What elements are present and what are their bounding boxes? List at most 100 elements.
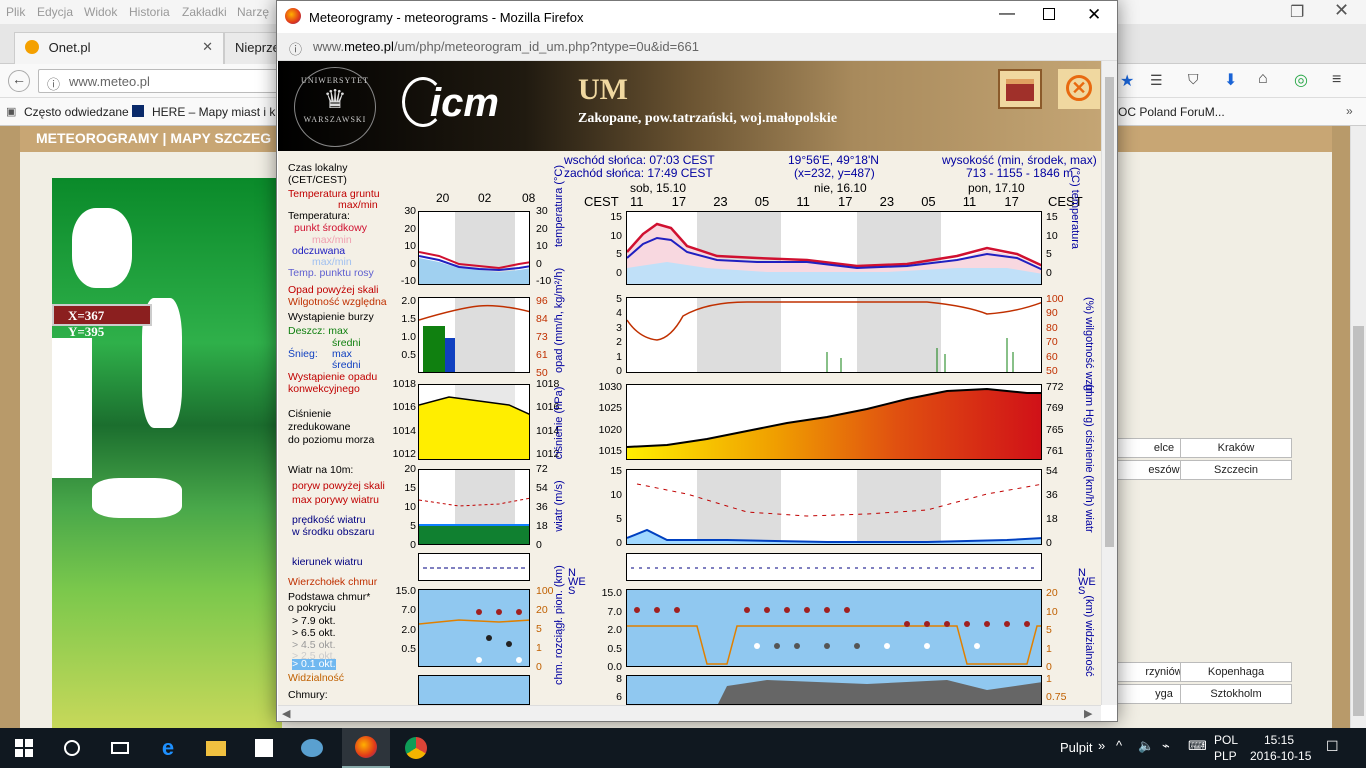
city-sztokholm-button[interactable]: Sztokholm	[1180, 684, 1292, 704]
elevation-values: 713 - 1155 - 1846 m	[966, 166, 1074, 180]
city-kopenhaga-button[interactable]: Kopenhaga	[1180, 662, 1292, 682]
bg-restore-icon[interactable]: ❐	[1290, 2, 1304, 22]
europe-map[interactable]	[52, 178, 282, 728]
small-winddir-chart	[423, 567, 527, 569]
close-window-icon[interactable]: ✕	[1087, 5, 1101, 25]
day-label: sob, 15.10	[630, 181, 687, 195]
file-explorer-button[interactable]	[192, 728, 240, 768]
keyboard-icon[interactable]: ⌨	[1188, 738, 1207, 754]
task-view-icon	[111, 742, 129, 754]
maximize-icon[interactable]	[1043, 8, 1055, 20]
volume-icon[interactable]: 🔈	[1138, 738, 1154, 754]
network-icon[interactable]: ⌁	[1162, 738, 1170, 754]
small-wind-tick: 20	[404, 463, 416, 475]
menu-zakladki[interactable]: Zakładki	[182, 5, 227, 19]
desktop-toolbar[interactable]: Pulpit	[1060, 740, 1093, 755]
popup-titlebar[interactable]: Meteorogramy - meteorograms - Mozilla Fi…	[277, 1, 1117, 33]
menu-plik[interactable]: Plik	[6, 5, 25, 19]
tab-nieprze[interactable]: Nieprze	[224, 32, 284, 64]
minimize-icon[interactable]: —	[999, 5, 1015, 23]
close-meteogram-button[interactable]: ✕	[1058, 69, 1100, 109]
hour-tick-label: 05	[921, 194, 936, 209]
small-time: 02	[478, 191, 492, 205]
tab-onet[interactable]: Onet.pl ✕	[14, 32, 224, 64]
chrome-button[interactable]	[392, 728, 440, 768]
bookmark-here[interactable]: HERE – Mapy miast i k...	[152, 105, 285, 119]
humidity-axis-tick: 90	[1046, 307, 1058, 320]
cloud-cover-tick: 6	[616, 691, 622, 703]
pocket-icon[interactable]: ⛉	[1188, 71, 1199, 88]
wind-axis-tick: 10	[610, 489, 622, 501]
keyboard-layout[interactable]: PLP	[1214, 749, 1237, 763]
wind-kmh-tick: 54	[1046, 465, 1058, 477]
bookmark-czesto[interactable]: Często odwiedzane	[24, 105, 129, 119]
edge-button[interactable]: e	[144, 728, 192, 768]
cloud-cover-panel	[626, 675, 1042, 705]
popup-horizontal-scrollbar[interactable]: ◀ ▶	[278, 705, 1101, 721]
archive-button[interactable]	[998, 69, 1042, 109]
search-button[interactable]	[48, 728, 96, 768]
wind-chart	[627, 470, 1041, 544]
seal-text-top: UNIWERSYTET	[301, 76, 369, 85]
wind-axis-tick: 5	[616, 513, 622, 525]
clock-time[interactable]: 15:15	[1264, 733, 1294, 747]
compass-e: E	[578, 576, 586, 588]
small-temp-panel	[418, 211, 530, 285]
language-code[interactable]: POL	[1214, 733, 1238, 747]
menu-edycja[interactable]: Edycja	[37, 5, 73, 19]
bookmarks-overflow-icon[interactable]: »	[1346, 104, 1353, 118]
menu-icon[interactable]: ≡	[1332, 71, 1341, 89]
library-icon[interactable]: ☰	[1150, 72, 1163, 89]
bg-close-icon[interactable]: ✕	[1334, 0, 1349, 21]
cloud-chart	[627, 607, 1041, 665]
precip-axis-tick: 1	[616, 350, 622, 363]
bookmark-ocpoland[interactable]: OC Poland ForuM...	[1118, 105, 1225, 119]
desktop-expand-icon[interactable]: »	[1098, 738, 1105, 753]
city-krakow-button[interactable]: Kraków	[1180, 438, 1292, 458]
small-precip-tick: 1.0	[401, 331, 416, 343]
tray-up-icon[interactable]: ^	[1116, 738, 1122, 753]
popup-urlbar[interactable]: ⓘ www.meteo.pl/um/php/meteorogram_id_um.…	[277, 33, 1117, 61]
scroll-left-icon[interactable]: ◀	[282, 707, 290, 720]
humidity-axis-tick: 60	[1046, 350, 1058, 363]
precip-axis-tick: 3	[616, 321, 622, 334]
visibility-tick: 20	[1046, 587, 1058, 599]
menu-narzedzia[interactable]: Narzę	[237, 5, 269, 19]
home-icon[interactable]: ⌂	[1258, 70, 1268, 88]
url-path: /um/php/meteorogram_id_um.php?ntype=0u&i…	[393, 39, 699, 54]
tab-close-icon[interactable]: ✕	[202, 39, 213, 55]
url-domain: meteo.pl	[344, 39, 394, 54]
meteogram-popup-window: Meteorogramy - meteorograms - Mozilla Fi…	[276, 0, 1118, 722]
scroll-right-icon[interactable]: ▶	[1084, 707, 1092, 720]
legend-wind-direction: kierunek wiatru	[292, 556, 363, 568]
city-szczecin-button[interactable]: Szczecin	[1180, 460, 1292, 480]
wind-axis-title-right: (km/h) wiatr	[1083, 475, 1095, 533]
popup-vertical-scrollbar[interactable]	[1101, 61, 1117, 705]
bookmark-star-icon[interactable]: ★	[1120, 71, 1134, 91]
download-icon[interactable]: ⬇	[1224, 70, 1237, 90]
task-view-button[interactable]	[96, 728, 144, 768]
cloud-axis-tick: 15.0	[601, 587, 622, 599]
extension-icon[interactable]: ◎	[1294, 70, 1308, 90]
info-icon: ⓘ	[47, 77, 61, 92]
hour-tick-label: 17	[671, 194, 687, 209]
menu-historia[interactable]: Historia	[129, 5, 170, 19]
menu-widok[interactable]: Widok	[84, 5, 117, 19]
firefox-taskbar-button[interactable]	[342, 728, 390, 768]
background-scrollbar[interactable]	[1350, 126, 1366, 728]
store-button[interactable]	[240, 728, 288, 768]
scroll-thumb[interactable]	[1353, 326, 1364, 716]
wind-kmh-tick: 0	[1046, 537, 1052, 549]
back-icon[interactable]: ←	[8, 70, 30, 92]
legend-center-point: punkt środkowy	[294, 222, 367, 234]
store-icon	[255, 739, 273, 757]
notifications-icon[interactable]: ☐	[1326, 738, 1339, 755]
windows-taskbar: e Pulpit » ^ 🔈 ⌁ ⌨ POL PLP 15:15 2016-10…	[0, 728, 1366, 768]
start-button[interactable]	[0, 728, 48, 768]
legend-temperature: Temperatura:	[288, 210, 350, 222]
temp-axis-tick: 10	[610, 229, 622, 242]
site-nav-links[interactable]: METEOROGRAMY | MAPY SZCZEG	[36, 130, 271, 146]
scroll-thumb[interactable]	[1105, 77, 1114, 547]
app-button[interactable]	[288, 728, 336, 768]
clock-date[interactable]: 2016-10-15	[1250, 749, 1311, 763]
